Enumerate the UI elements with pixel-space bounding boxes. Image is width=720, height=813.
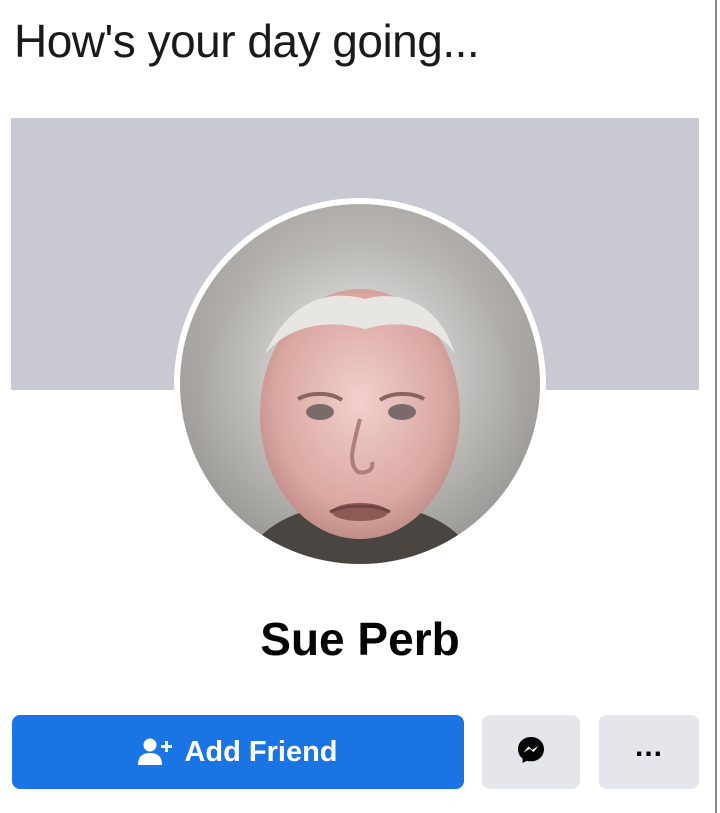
- divider: [715, 0, 717, 813]
- add-friend-button[interactable]: Add Friend: [12, 715, 464, 789]
- profile-avatar[interactable]: [180, 204, 540, 564]
- message-button[interactable]: [482, 715, 580, 789]
- messenger-icon: [516, 735, 546, 770]
- add-friend-icon: [138, 737, 173, 767]
- meme-caption: How's your day going...: [14, 15, 480, 67]
- add-friend-label: Add Friend: [184, 735, 338, 768]
- more-options-button[interactable]: ...: [599, 715, 699, 789]
- profile-name: Sue Perb: [260, 613, 460, 665]
- more-icon: ...: [634, 730, 663, 763]
- avatar-image: [180, 204, 540, 564]
